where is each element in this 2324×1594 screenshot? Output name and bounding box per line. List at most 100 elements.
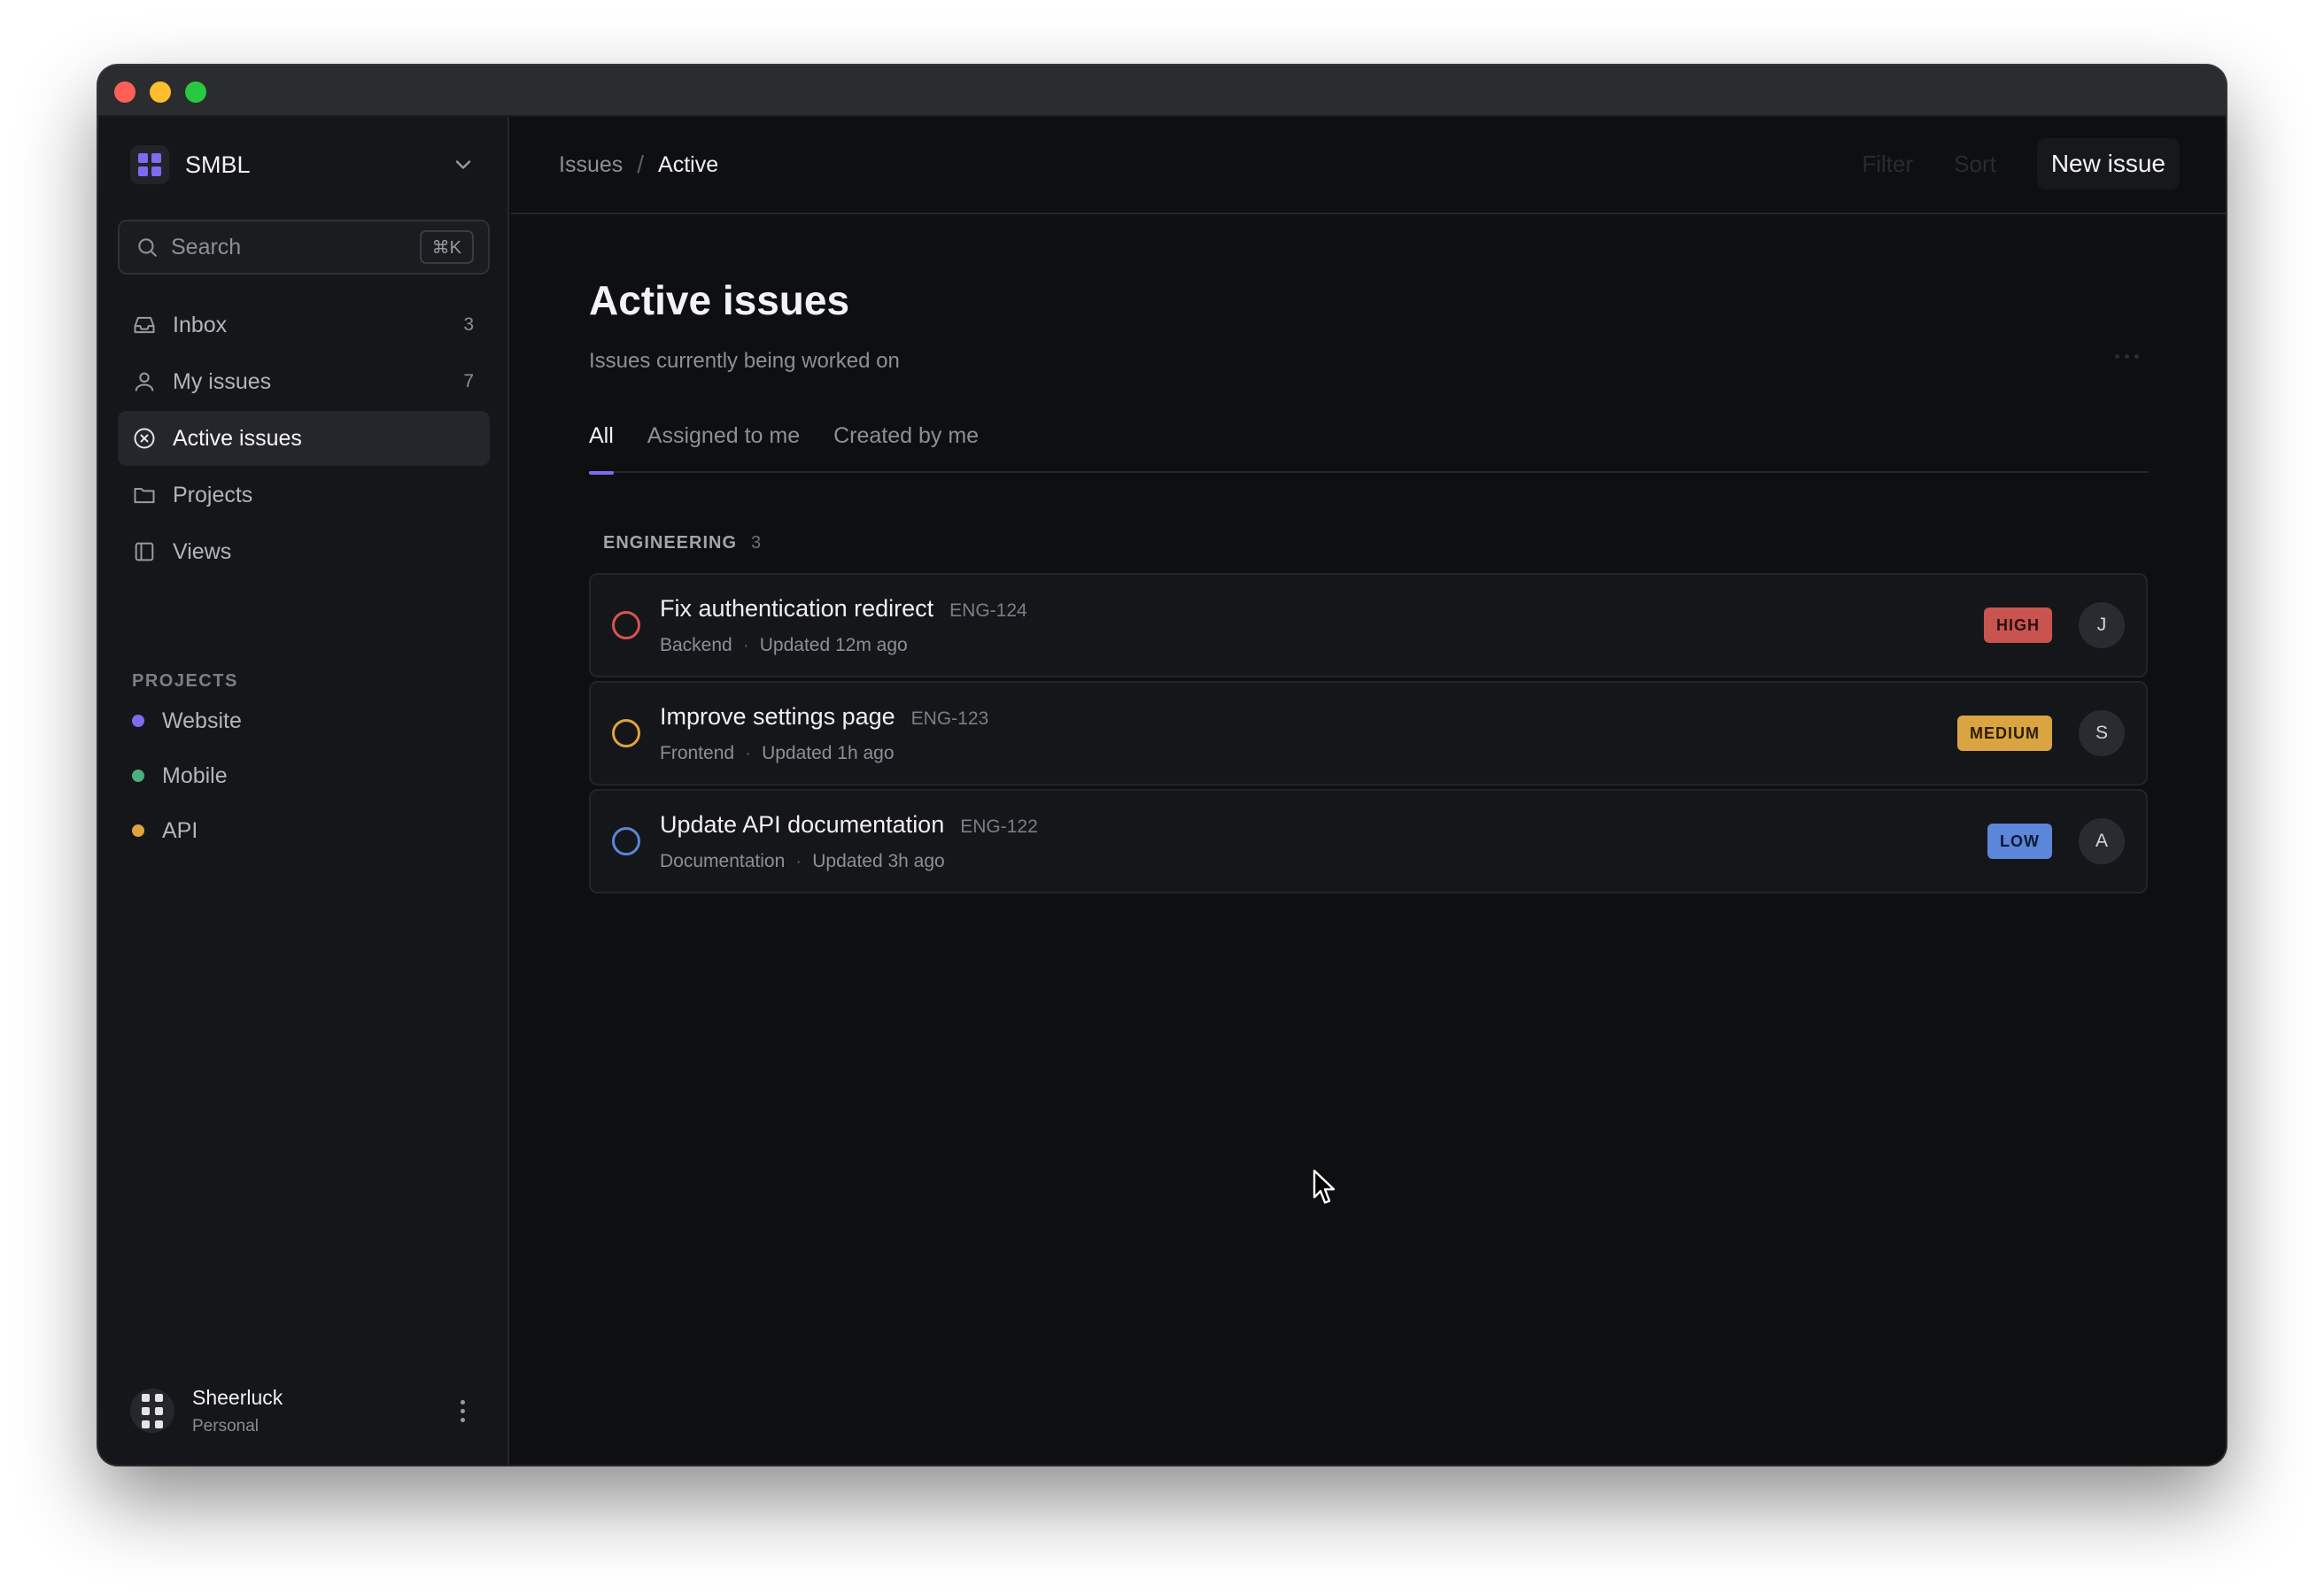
issue-title: Improve settings page	[660, 702, 895, 730]
sidebar-layout-icon	[135, 542, 154, 561]
top-bar: Issues / Active Filter Sort New issue	[511, 117, 2226, 214]
issue-component: Frontend	[660, 742, 735, 763]
issue-component: Backend	[660, 634, 732, 655]
issue-body: Update API documentation ENG-122 Documen…	[660, 811, 1987, 872]
issue-body: Improve settings page ENG-123 Frontend ·…	[660, 703, 1957, 764]
meta-separator: ·	[742, 634, 749, 655]
tab-all[interactable]: All	[589, 420, 614, 475]
content: Active issues Issues currently being wor…	[589, 276, 2148, 897]
project-color-dot	[132, 770, 144, 782]
zoom-window-button[interactable]	[185, 81, 206, 103]
priority-badge: MEDIUM	[1957, 716, 2052, 751]
assignee-avatar[interactable]: S	[2079, 710, 2125, 756]
breadcrumb: Issues / Active	[559, 151, 718, 179]
sidebar-item-my-issues[interactable]: My issues 7	[118, 354, 490, 409]
issue-title: Fix authentication redirect	[660, 594, 934, 622]
issue-updated: Updated 3h ago	[812, 850, 945, 871]
group-name: ENGINEERING	[603, 533, 738, 553]
page-subtitle: Issues currently being worked on	[589, 349, 900, 373]
sidebar: SMBL Search ⌘K Inbox 3 My issues 7 Activ…	[98, 117, 509, 1465]
issue-key: ENG-124	[949, 600, 1027, 621]
issue-updated: Updated 12m ago	[759, 634, 908, 655]
workspace-grid-icon	[130, 145, 169, 184]
status-circle-icon[interactable]	[612, 719, 640, 747]
workspace-name: SMBL	[185, 151, 251, 178]
issue-key: ENG-122	[960, 816, 1038, 837]
group-count: 3	[751, 533, 762, 553]
status-circle-icon[interactable]	[612, 611, 640, 639]
issue-key: ENG-123	[910, 708, 989, 729]
search-shortcut-hint: ⌘K	[419, 230, 474, 264]
sidebar-item-label: Views	[173, 538, 232, 564]
project-item-mobile[interactable]: Mobile	[132, 756, 469, 795]
issue-row[interactable]: Update API documentation ENG-122 Documen…	[589, 789, 2148, 894]
project-item-website[interactable]: Website	[132, 701, 469, 740]
sort-button[interactable]: Sort	[1954, 151, 1996, 178]
my-issues-count: 7	[463, 371, 474, 391]
user-name: Sheerluck	[192, 1385, 283, 1409]
chevron-down-icon	[455, 160, 471, 169]
status-circle-icon[interactable]	[612, 827, 640, 855]
new-issue-button[interactable]: New issue	[2036, 138, 2180, 190]
project-label: API	[162, 817, 198, 843]
mouse-pointer-icon	[1313, 1169, 1336, 1204]
project-item-api[interactable]: API	[132, 811, 469, 850]
user-account[interactable]: Sheerluck Personal	[130, 1380, 476, 1442]
breadcrumb-separator: /	[637, 151, 645, 178]
circle-x-icon	[134, 428, 155, 449]
issue-body: Fix authentication redirect ENG-124 Back…	[660, 595, 1984, 656]
sidebar-item-active-issues[interactable]: Active issues	[118, 411, 490, 466]
more-options-icon[interactable]	[449, 1393, 476, 1428]
project-color-dot	[132, 715, 144, 727]
tab-assigned-to-me[interactable]: Assigned to me	[647, 420, 800, 473]
more-horizontal-icon[interactable]	[2115, 354, 2139, 359]
issue-row[interactable]: Improve settings page ENG-123 Frontend ·…	[589, 681, 2148, 785]
user-info: Sheerluck Personal	[192, 1386, 449, 1436]
project-label: Website	[162, 708, 242, 733]
issue-title: Update API documentation	[660, 810, 945, 838]
folder-icon	[134, 488, 155, 504]
sidebar-item-label: Active issues	[173, 425, 302, 451]
priority-badge: HIGH	[1984, 607, 2052, 643]
search-placeholder: Search	[171, 234, 242, 259]
filter-button[interactable]: Filter	[1862, 151, 1913, 178]
user-plan: Personal	[192, 1416, 259, 1435]
main-panel: Issues / Active Filter Sort New issue Ac…	[511, 117, 2226, 1465]
close-window-button[interactable]	[114, 81, 136, 103]
sidebar-item-label: My issues	[173, 368, 272, 394]
priority-badge: LOW	[1987, 824, 2052, 859]
page-title: Active issues	[589, 277, 850, 323]
avatar	[130, 1389, 174, 1433]
minimize-window-button[interactable]	[150, 81, 171, 103]
tab-bar: All Assigned to me Created by me	[589, 420, 2148, 475]
meta-separator: ·	[795, 850, 802, 871]
sidebar-nav: Inbox 3 My issues 7 Active issues Projec…	[118, 298, 490, 581]
title-bar	[98, 66, 2226, 117]
assignee-avatar[interactable]: J	[2079, 602, 2125, 648]
issue-list: Fix authentication redirect ENG-124 Back…	[589, 573, 2148, 894]
sidebar-item-views[interactable]: Views	[118, 524, 490, 579]
group-header: ENGINEERING 3	[603, 533, 2148, 553]
tab-created-by-me[interactable]: Created by me	[833, 420, 979, 473]
project-color-dot	[132, 824, 144, 837]
top-actions: Filter Sort New issue	[1862, 138, 2180, 190]
sidebar-item-projects[interactable]: Projects	[118, 468, 490, 522]
app-window: SMBL Search ⌘K Inbox 3 My issues 7 Activ…	[98, 66, 2226, 1465]
issue-component: Documentation	[660, 850, 786, 871]
breadcrumb-issues[interactable]: Issues	[559, 152, 623, 178]
search-input[interactable]: Search ⌘K	[118, 220, 490, 275]
inbox-icon	[134, 316, 155, 334]
breadcrumb-active: Active	[658, 151, 719, 177]
search-icon	[138, 238, 157, 257]
assignee-avatar[interactable]: A	[2079, 818, 2125, 864]
issue-row[interactable]: Fix authentication redirect ENG-124 Back…	[589, 573, 2148, 677]
workspace-switcher[interactable]: SMBL	[130, 143, 476, 186]
sidebar-item-label: Projects	[173, 482, 253, 507]
sidebar-item-inbox[interactable]: Inbox 3	[118, 298, 490, 352]
inbox-count: 3	[463, 314, 474, 335]
issue-updated: Updated 1h ago	[762, 742, 895, 763]
projects-heading: PROJECTS	[132, 671, 238, 691]
meta-separator: ·	[745, 742, 752, 763]
project-label: Mobile	[162, 762, 228, 788]
sidebar-item-label: Inbox	[173, 312, 228, 337]
